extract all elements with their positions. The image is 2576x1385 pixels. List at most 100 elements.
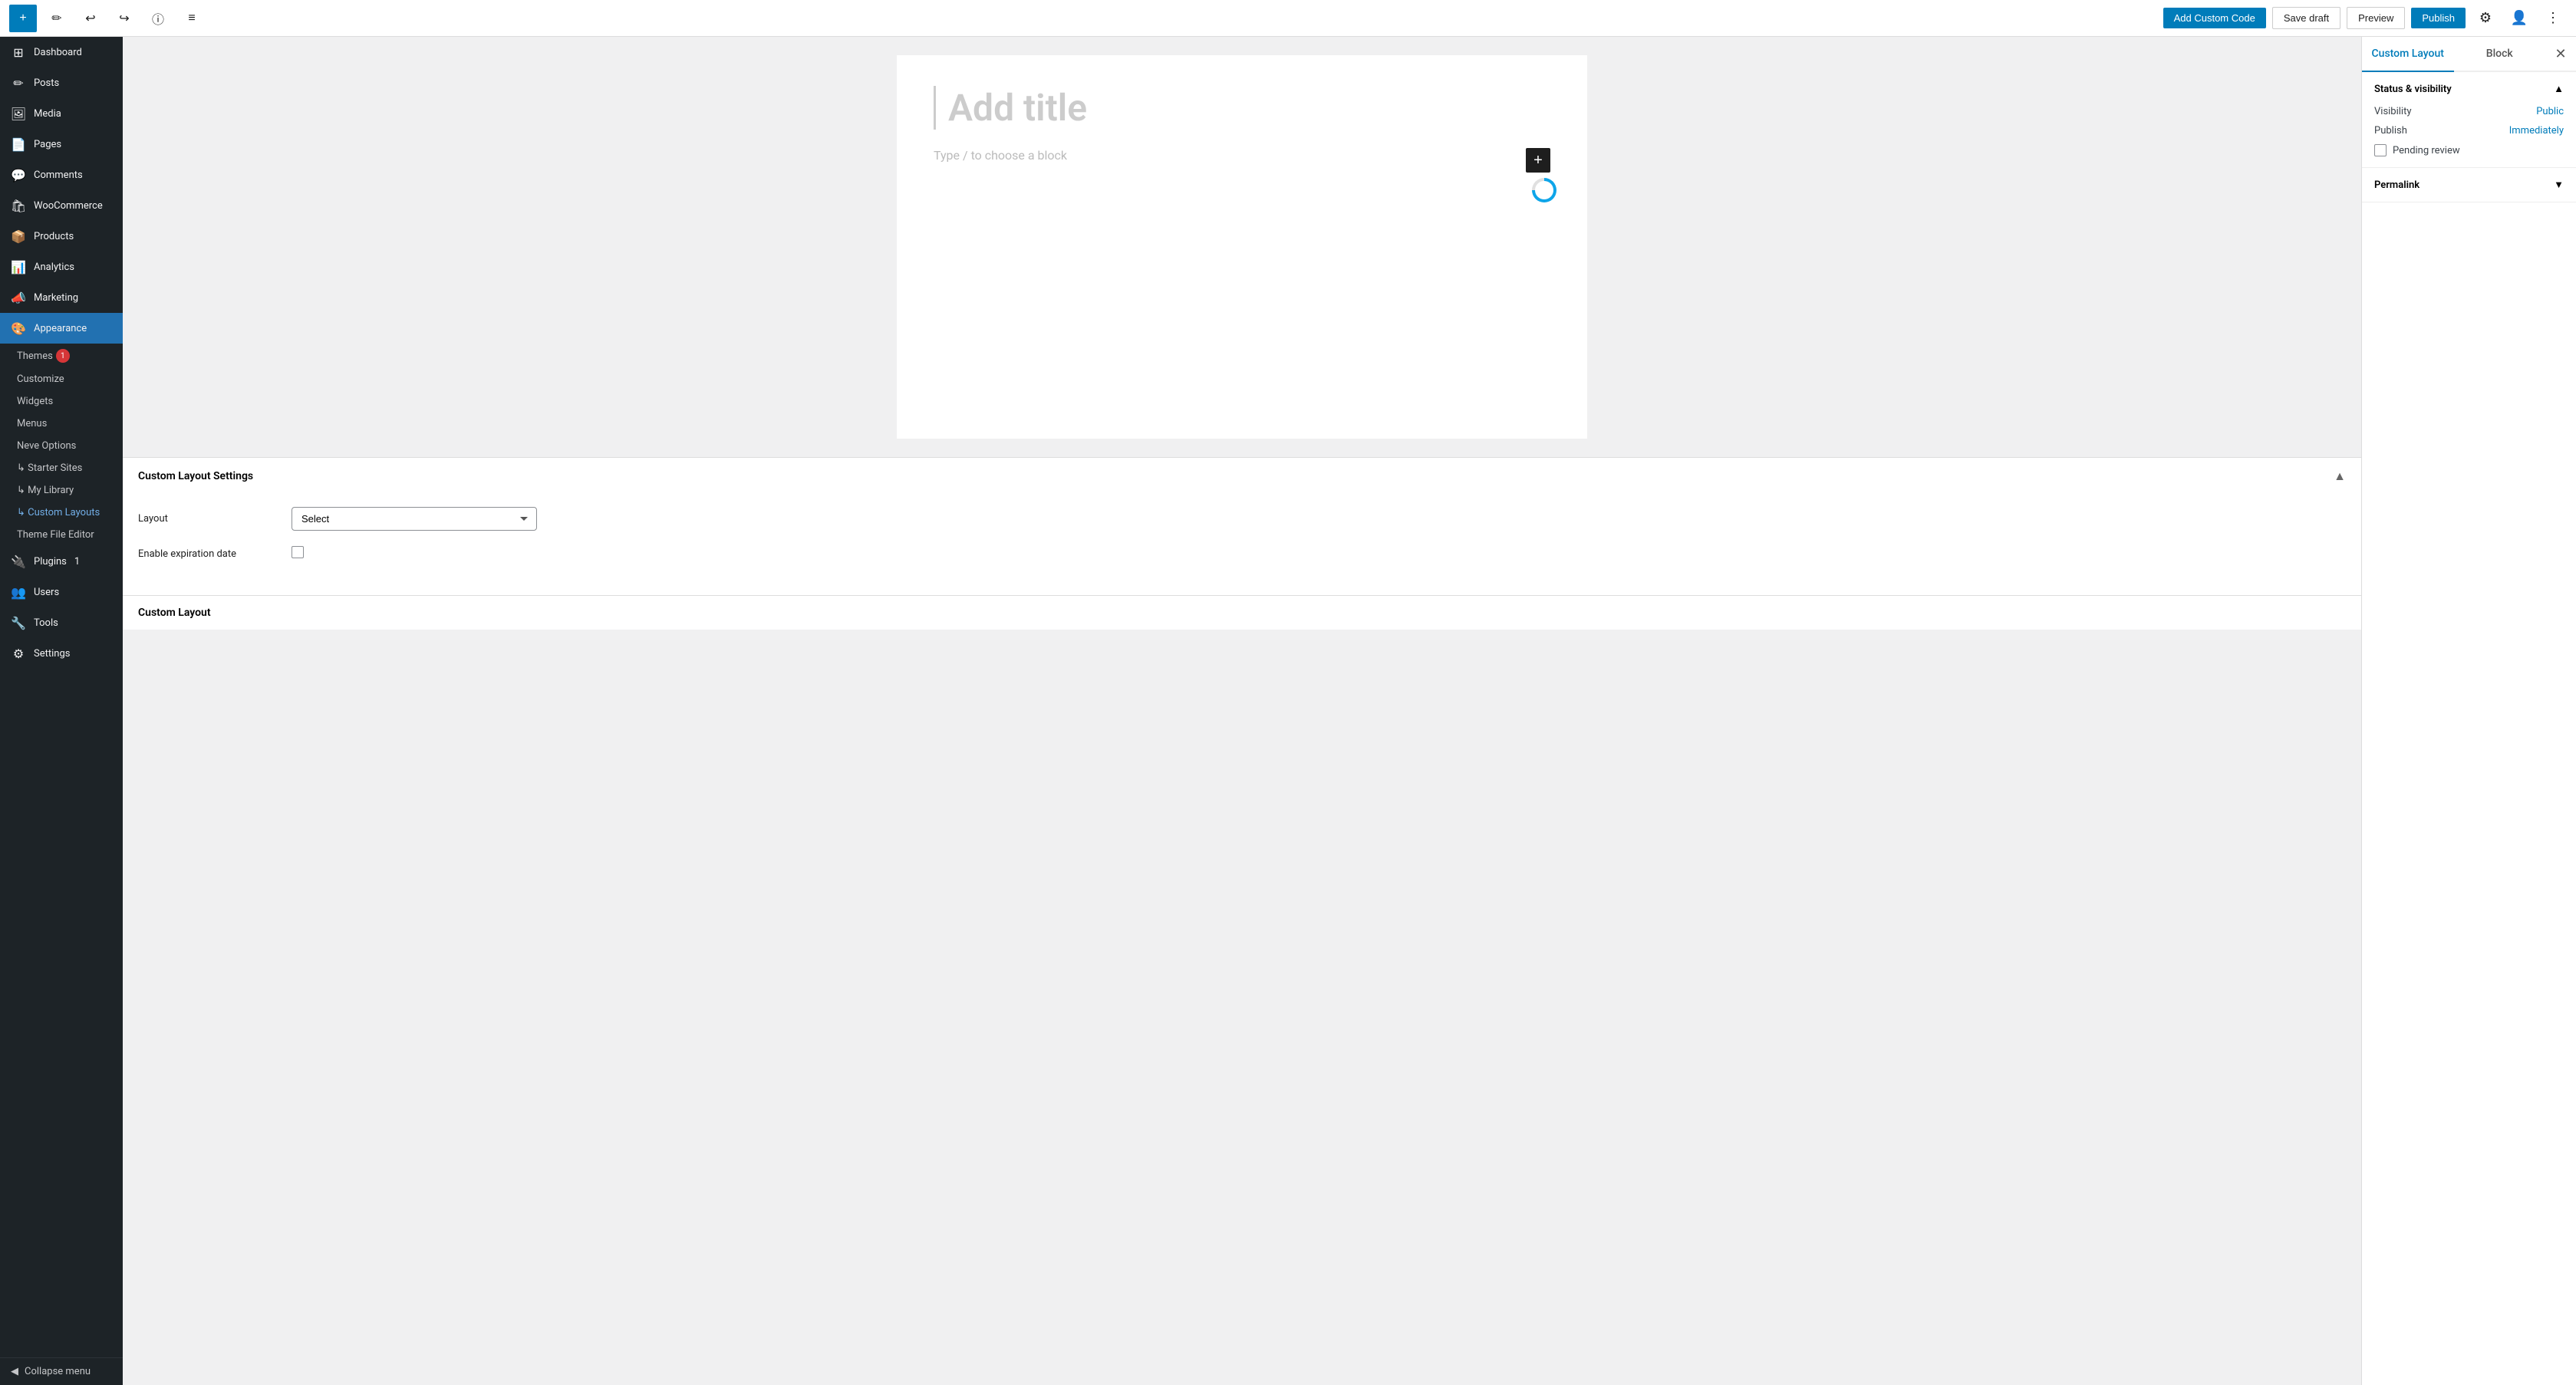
sidebar-item-label: Products [34, 231, 74, 242]
sidebar-item-analytics[interactable]: 📊 Analytics [0, 252, 123, 282]
info-button[interactable]: ⓘ [144, 5, 172, 32]
pending-review-row: Pending review [2374, 144, 2564, 156]
custom-layout-settings-header[interactable]: Custom Layout Settings ▲ [123, 458, 2361, 495]
customize-label: Customize [17, 373, 64, 385]
layout-label: Layout [138, 513, 276, 525]
sidebar-sub-item-starter-sites[interactable]: ↳ Starter Sites [0, 457, 123, 479]
sidebar: ⊞ Dashboard ✏ Posts 🖼 Media 📄 Pages 💬 Co… [0, 37, 123, 1385]
settings-icon-button[interactable]: ⚙ [2472, 5, 2499, 32]
editor-title-placeholder[interactable]: Add title [948, 86, 1550, 130]
editor-area: Add title Type / to choose a block + Cus… [123, 37, 2361, 1385]
sidebar-item-media[interactable]: 🖼 Media [0, 98, 123, 129]
editor-content-area[interactable]: Type / to choose a block + [934, 148, 1550, 163]
sidebar-item-label: Users [34, 587, 59, 598]
publish-button[interactable]: Publish [2411, 8, 2466, 28]
plugins-badge: 1 [74, 556, 80, 567]
add-block-toolbar-button[interactable]: + [9, 5, 37, 32]
sidebar-item-dashboard[interactable]: ⊞ Dashboard [0, 37, 123, 67]
dashboard-icon: ⊞ [11, 44, 26, 60]
sidebar-item-woocommerce[interactable]: 🛍 WooCommerce [0, 190, 123, 221]
edit-mode-button[interactable]: ✏ [43, 5, 71, 32]
undo-button[interactable]: ↩ [77, 5, 104, 32]
pending-review-checkbox[interactable] [2374, 144, 2387, 156]
layout-control-wrap: Select Header Footer Hooks Single Post A… [292, 507, 2346, 531]
editor-title-area[interactable]: Add title [934, 86, 1550, 130]
redo-button[interactable]: ↪ [110, 5, 138, 32]
sidebar-sub-item-menus[interactable]: Menus [0, 413, 123, 435]
neve-options-label: Neve Options [17, 440, 76, 452]
sidebar-sub-item-customize[interactable]: Customize [0, 368, 123, 390]
sidebar-item-tools[interactable]: 🔧 Tools [0, 607, 123, 638]
editor-content-placeholder: Type / to choose a block [934, 148, 1067, 163]
sidebar-item-comments[interactable]: 💬 Comments [0, 160, 123, 190]
save-draft-button[interactable]: Save draft [2272, 7, 2340, 29]
collapse-menu-button[interactable]: ◀ Collapse menu [0, 1357, 123, 1385]
list-view-button[interactable]: ≡ [178, 5, 206, 32]
media-icon: 🖼 [11, 106, 26, 121]
status-visibility-header[interactable]: Status & visibility ▲ [2362, 72, 2576, 106]
sidebar-item-label: Appearance [34, 323, 87, 334]
publish-meta-value[interactable]: Immediately [2509, 125, 2564, 137]
sidebar-item-plugins[interactable]: 🔌 Plugins 1 [0, 546, 123, 577]
chevron-down-icon: ▼ [2554, 179, 2564, 191]
visibility-label: Visibility [2374, 106, 2412, 117]
sidebar-item-label: WooCommerce [34, 200, 103, 212]
sidebar-sub-item-custom-layouts[interactable]: ↳ Custom Layouts [0, 502, 123, 524]
sidebar-item-label: Tools [34, 617, 58, 629]
more-options-button[interactable]: ⋮ [2539, 5, 2567, 32]
content-area: Add title Type / to choose a block + Cus… [123, 37, 2576, 1385]
posts-icon: ✏ [11, 75, 26, 90]
sidebar-sub-item-neve-options[interactable]: Neve Options [0, 435, 123, 457]
custom-layout-settings-title: Custom Layout Settings [138, 470, 253, 482]
sidebar-item-marketing[interactable]: 📣 Marketing [0, 282, 123, 313]
preview-button[interactable]: Preview [2347, 7, 2405, 29]
permalink-section: Permalink ▼ [2362, 168, 2576, 202]
products-icon: 📦 [11, 229, 26, 244]
custom-layout-section-bar: Custom Layout [123, 595, 2361, 630]
sidebar-sub-item-my-library[interactable]: ↳ My Library [0, 479, 123, 502]
sidebar-item-label: Plugins [34, 556, 67, 567]
chevron-up-icon-right: ▲ [2554, 83, 2564, 95]
collapse-icon: ◀ [11, 1366, 18, 1377]
layout-select[interactable]: Select Header Footer Hooks Single Post A… [292, 507, 537, 531]
sidebar-item-settings[interactable]: ⚙ Settings [0, 638, 123, 669]
sidebar-item-label: Dashboard [34, 47, 82, 58]
sidebar-item-label: Posts [34, 77, 59, 89]
visibility-row: Visibility Public [2374, 106, 2564, 117]
top-toolbar: + ✏ ↩ ↪ ⓘ ≡ Add Custom Code Save draft P… [0, 0, 2576, 37]
sidebar-item-posts[interactable]: ✏ Posts [0, 67, 123, 98]
tab-block[interactable]: Block [2454, 37, 2546, 72]
sidebar-item-label: Marketing [34, 292, 78, 304]
collapse-label: Collapse menu [25, 1366, 91, 1377]
marketing-icon: 📣 [11, 290, 26, 305]
permalink-title: Permalink [2374, 179, 2420, 191]
main-layout: ⊞ Dashboard ✏ Posts 🖼 Media 📄 Pages 💬 Co… [0, 37, 2576, 1385]
tab-custom-layout[interactable]: Custom Layout [2362, 37, 2454, 72]
add-block-inline-button[interactable]: + [1526, 148, 1550, 173]
chevron-up-icon: ▲ [2334, 469, 2346, 484]
sidebar-item-products[interactable]: 📦 Products [0, 221, 123, 252]
tools-icon: 🔧 [11, 615, 26, 630]
publish-row: Publish Immediately [2374, 125, 2564, 137]
sidebar-sub-item-themes[interactable]: Themes 1 [0, 344, 123, 368]
expiration-label: Enable expiration date [138, 548, 276, 560]
sidebar-item-appearance[interactable]: 🎨 Appearance [0, 313, 123, 344]
expiration-control-wrap [292, 546, 2346, 561]
sidebar-sub-item-widgets[interactable]: Widgets [0, 390, 123, 413]
appearance-submenu: Themes 1 Customize Widgets Menus Neve Op… [0, 344, 123, 546]
sidebar-item-users[interactable]: 👥 Users [0, 577, 123, 607]
visibility-value[interactable]: Public [2536, 106, 2564, 117]
sidebar-item-label: Settings [34, 648, 70, 660]
spinner-circle [1532, 178, 1556, 202]
pending-review-label: Pending review [2393, 145, 2460, 156]
close-right-panel-button[interactable]: ✕ [2545, 37, 2576, 71]
add-custom-code-button[interactable]: Add Custom Code [2163, 8, 2266, 28]
sidebar-sub-item-theme-file-editor[interactable]: Theme File Editor [0, 524, 123, 546]
status-visibility-title: Status & visibility [2374, 84, 2452, 95]
sidebar-item-pages[interactable]: 📄 Pages [0, 129, 123, 160]
my-library-label: ↳ My Library [17, 485, 74, 496]
right-panel-tabs: Custom Layout Block ✕ [2362, 37, 2576, 72]
permalink-header[interactable]: Permalink ▼ [2362, 168, 2576, 202]
user-icon-button[interactable]: 👤 [2505, 5, 2533, 32]
expiration-checkbox[interactable] [292, 546, 304, 558]
